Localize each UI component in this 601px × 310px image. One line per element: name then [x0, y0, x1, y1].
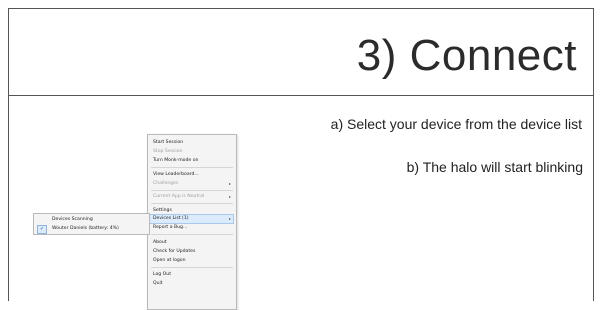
menu-item-start-session[interactable]: Start Session [153, 139, 233, 147]
menu-item-view-leaderboard[interactable]: View Leaderboard... [153, 171, 233, 179]
menu-item-check-updates[interactable]: Check for Updates [153, 248, 233, 256]
menu-item-open-at-logon[interactable]: Open at logon [153, 257, 233, 265]
menu-item-monk-mode[interactable]: Turn Monk-mode on [153, 157, 233, 165]
menu-item-stop-session[interactable]: Stop Session [153, 148, 233, 156]
bullet-halo-blinking: b) The halo will start blinking [406, 159, 583, 175]
menu-separator [151, 234, 233, 235]
menu-item-devices-list[interactable]: Devices List (1) ▸ [148, 214, 234, 224]
submenu-arrow-icon: ▸ [228, 194, 231, 199]
menu-item-quit[interactable]: Quit [153, 280, 233, 288]
device-name: Wouter Daniels (battery: 4%) [52, 226, 119, 231]
devices-scanning-status: Devices Scanning [52, 217, 93, 222]
devices-submenu: Devices Scanning ✓ Wouter Daniels (batte… [33, 213, 150, 235]
menu-item-current-app[interactable]: Current App is Neutral ▸ [153, 193, 233, 201]
slide: 3) Connect a) Select your device from th… [8, 8, 594, 301]
submenu-arrow-icon: ▸ [228, 181, 231, 186]
menu-separator [151, 267, 233, 268]
menu-item-about[interactable]: About [153, 239, 233, 247]
menu-separator [151, 167, 233, 168]
menu-item-challenges[interactable]: Challenges ▸ [153, 180, 233, 188]
device-item[interactable]: ✓ Wouter Daniels (battery: 4%) [34, 224, 149, 234]
menu-item-settings[interactable]: Settings [153, 207, 233, 215]
slide-title: 3) Connect [356, 31, 577, 80]
title-divider [9, 95, 593, 96]
menu-item-report-bug[interactable]: Report a Bug... [153, 224, 233, 232]
submenu-arrow-icon: ▸ [228, 216, 231, 221]
menu-separator [151, 203, 233, 204]
checkmark-icon: ✓ [37, 225, 47, 234]
tray-context-menu: Start Session Stop Session Turn Monk-mod… [147, 134, 237, 310]
bullet-select-device: a) Select your device from the device li… [330, 116, 582, 132]
menu-item-log-out[interactable]: Log Out [153, 271, 233, 279]
menu-separator [151, 190, 233, 191]
